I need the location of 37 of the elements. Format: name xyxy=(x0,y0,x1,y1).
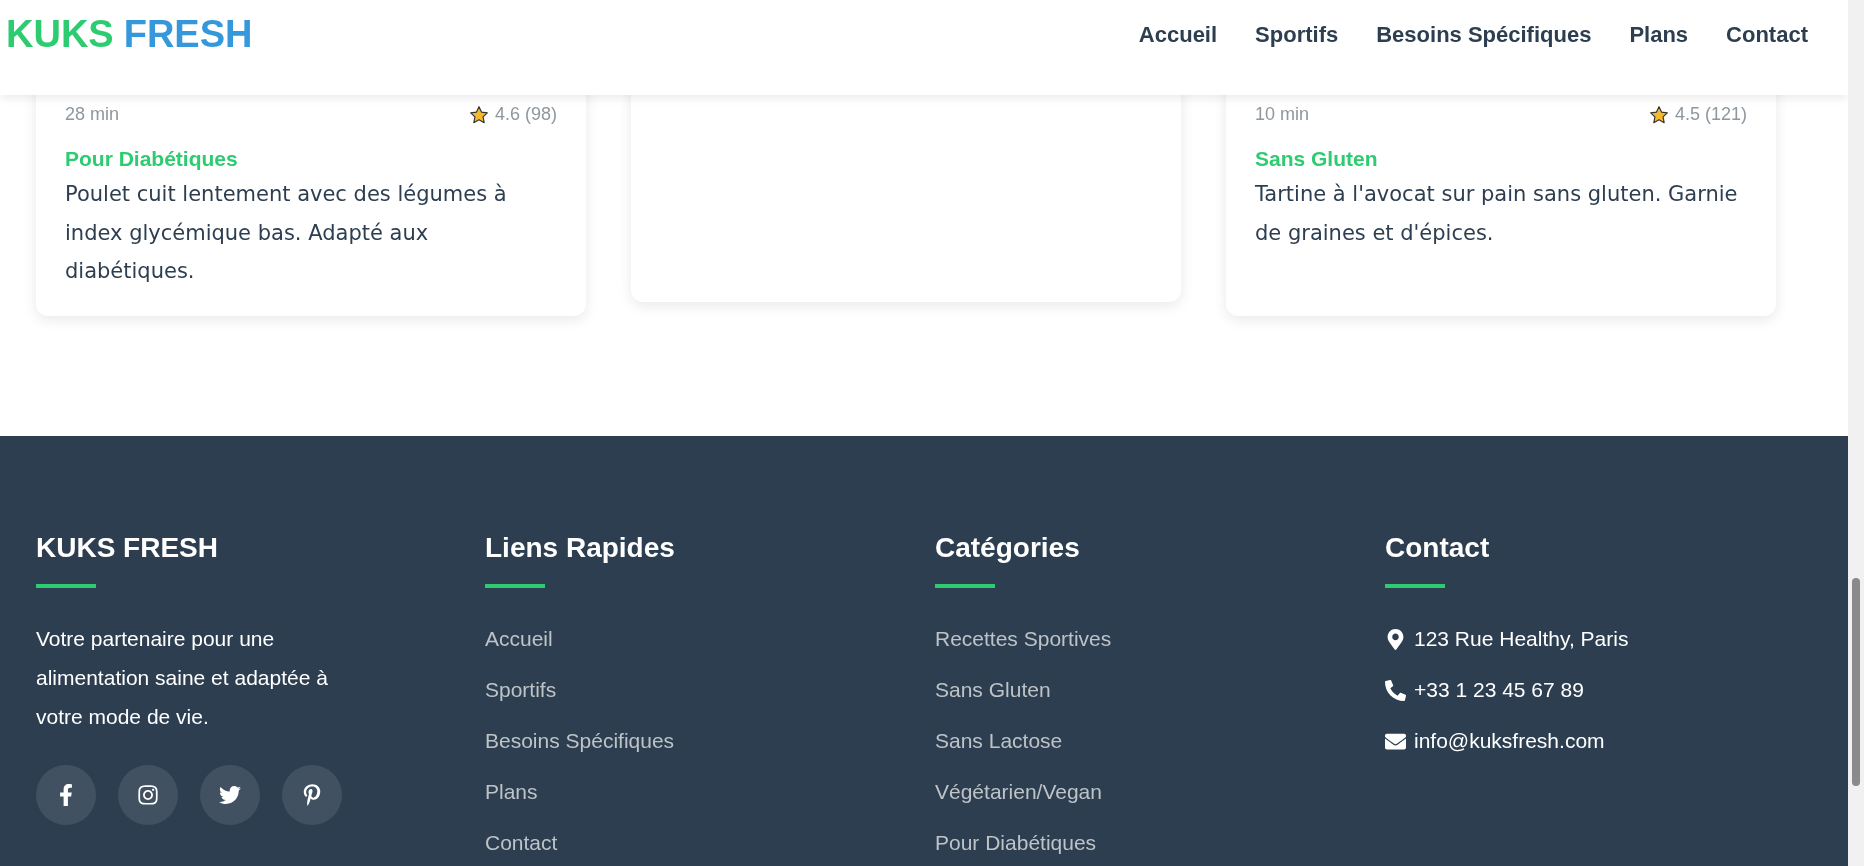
footer-link[interactable]: Sans Gluten xyxy=(935,678,1385,702)
phone-icon xyxy=(1385,679,1406,701)
footer-link[interactable]: Pour Diabétiques xyxy=(935,831,1385,855)
cook-time: 28 min xyxy=(65,104,120,125)
footer-title: Catégories xyxy=(935,532,1081,564)
footer-link[interactable]: Accueil xyxy=(485,627,935,651)
contact-text: 123 Rue Healthy, Paris xyxy=(1414,627,1629,651)
logo[interactable]: KUKS FRESH xyxy=(6,13,253,56)
footer-link[interactable]: Contact xyxy=(485,831,935,855)
recipe-category: Pour Diabétiques xyxy=(65,147,239,171)
footer-title: Liens Rapides xyxy=(485,532,676,564)
cook-time: 10 min xyxy=(1255,104,1310,125)
nav-link[interactable]: Accueil xyxy=(1138,21,1218,48)
nav-link[interactable]: Sportifs xyxy=(1255,21,1339,48)
rating-text: 4.5 (121) xyxy=(1674,104,1747,125)
recipe-description: Tartine à l'avocat sur pain sans gluten. Garnie de graines et d'épices. xyxy=(1255,181,1739,247)
footer-link[interactable]: Végétarien/Vegan xyxy=(935,780,1385,804)
nav-link[interactable]: Contact xyxy=(1726,21,1808,48)
footer-link[interactable]: Plans xyxy=(485,780,935,804)
recipe-description: Poulet cuit lentement avec des légumes à index glycémique bas. Adapté aux diabétiques. xyxy=(65,181,508,285)
map-pin-icon xyxy=(1385,628,1406,650)
footer-link[interactable]: Sans Lactose xyxy=(935,729,1385,753)
footer-tagline: Votre partenaire pour une alimentation saine et adaptée à votre mode de vie. xyxy=(36,626,329,730)
nav-link[interactable]: Plans xyxy=(1629,21,1689,48)
footer-link[interactable]: Sportifs xyxy=(485,678,935,702)
nav-link[interactable]: Besoins Spécifiques xyxy=(1376,21,1592,48)
footer-title: KUKS FRESH xyxy=(36,532,219,564)
contact-text: info@kuksfresh.com xyxy=(1414,729,1605,753)
contact-text: +33 1 23 45 67 89 xyxy=(1414,678,1584,702)
star-icon xyxy=(1648,104,1669,125)
recipe-category: Sans Gluten xyxy=(1255,147,1379,171)
footer-title: Contact xyxy=(1385,532,1491,564)
footer-link[interactable]: Besoins Spécifiques xyxy=(485,729,935,753)
rating-text: 4.6 (98) xyxy=(494,104,557,125)
star-icon xyxy=(468,104,489,125)
scrollbar-thumb[interactable] xyxy=(1852,578,1860,786)
footer-link[interactable]: Recettes Sportives xyxy=(935,627,1385,651)
